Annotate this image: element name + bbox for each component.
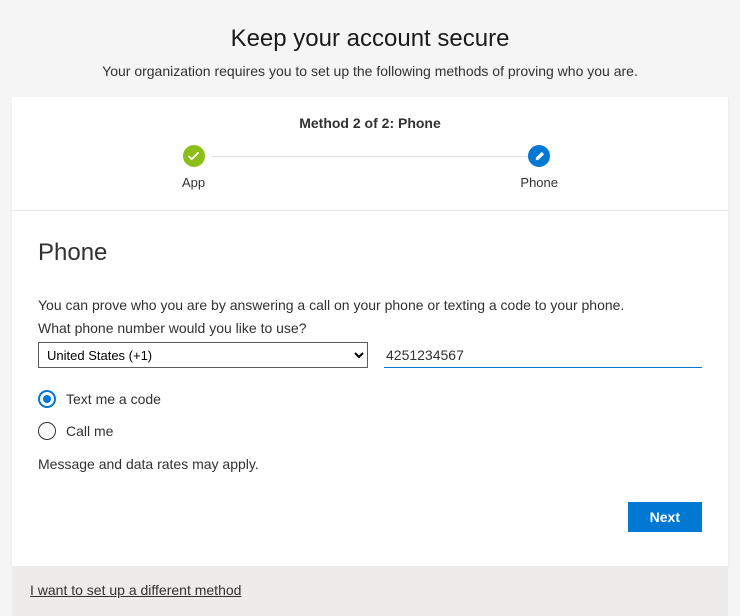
actions-row: Next xyxy=(38,502,702,546)
progress-line xyxy=(212,156,528,157)
section-title: Phone xyxy=(38,239,702,267)
question-text: What phone number would you like to use? xyxy=(38,320,702,336)
page-root: Keep your account secure Your organizati… xyxy=(0,0,740,590)
pencil-icon xyxy=(528,145,550,167)
radio-call-me[interactable]: Call me xyxy=(38,422,702,440)
radio-icon xyxy=(38,390,56,408)
contact-method-radio-group: Text me a code Call me xyxy=(38,390,702,440)
header: Keep your account secure Your organizati… xyxy=(0,0,740,97)
next-button[interactable]: Next xyxy=(628,502,702,532)
step-phone: Phone xyxy=(520,145,558,190)
progress-steps: App Phone xyxy=(42,145,698,190)
page-title: Keep your account secure xyxy=(20,25,720,53)
country-select[interactable]: United States (+1) xyxy=(38,342,368,368)
inputs-row: United States (+1) xyxy=(38,342,702,368)
radio-label: Text me a code xyxy=(66,391,161,407)
step-label: App xyxy=(182,175,205,190)
step-label: Phone xyxy=(520,175,558,190)
radio-icon xyxy=(38,422,56,440)
card: Method 2 of 2: Phone App Phone xyxy=(12,97,728,566)
fine-print: Message and data rates may apply. xyxy=(38,456,702,472)
instruction-text: You can prove who you are by answering a… xyxy=(38,295,702,316)
page-subtitle: Your organization requires you to set up… xyxy=(20,63,720,79)
different-method-link[interactable]: I want to set up a different method xyxy=(30,582,241,598)
checkmark-icon xyxy=(183,145,205,167)
radio-text-me[interactable]: Text me a code xyxy=(38,390,702,408)
content-section: Phone You can prove who you are by answe… xyxy=(12,211,728,566)
phone-input[interactable] xyxy=(384,342,702,368)
step-app: App xyxy=(182,145,205,190)
footer: I want to set up a different method xyxy=(12,566,728,616)
radio-label: Call me xyxy=(66,423,113,439)
progress-section: Method 2 of 2: Phone App Phone xyxy=(12,97,728,211)
progress-title: Method 2 of 2: Phone xyxy=(42,115,698,131)
